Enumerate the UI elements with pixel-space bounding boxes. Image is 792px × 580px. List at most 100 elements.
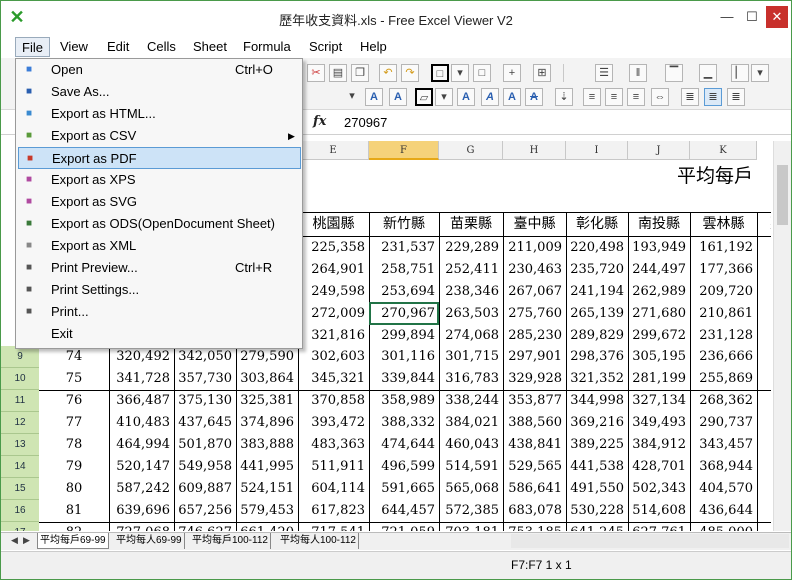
column-header-f[interactable]: F [369,141,439,160]
cell[interactable]: 370,858 [298,390,369,412]
cell[interactable]: 275,760 [503,303,566,325]
cell[interactable]: 375,130 [174,390,236,412]
cell[interactable]: 231,128 [690,325,757,347]
cell[interactable]: 474,644 [369,434,439,456]
cell[interactable]: 305,195 [628,346,690,368]
cell[interactable]: 604,114 [298,478,369,500]
align-left-icon[interactable]: ≡ [583,88,601,106]
menu-sheet[interactable]: Sheet [187,37,233,57]
menu-script[interactable]: Script [303,37,348,57]
cell[interactable]: 339,844 [369,368,439,390]
cell[interactable]: 230,463 [503,259,566,281]
border-outline-icon[interactable]: □ [473,64,491,82]
cell[interactable]: 211,009 [503,237,566,259]
cell[interactable]: 464,994 [109,434,174,456]
tab-sheet-4[interactable]: 平均每人100-112 [278,533,359,549]
valign-bottom-icon[interactable]: ≣ [727,88,745,106]
cell[interactable]: 3 [757,434,771,456]
cell[interactable]: 483,363 [298,434,369,456]
cell[interactable]: 1 [757,259,771,281]
font-shrink-icon[interactable]: A [389,88,407,106]
cell[interactable]: 263,503 [439,303,503,325]
cell[interactable]: 591,665 [369,478,439,500]
cell[interactable]: 441,538 [566,456,628,478]
cell[interactable]: 264,901 [298,259,369,281]
cell[interactable]: 358,989 [369,390,439,412]
cell[interactable]: 404,570 [690,478,757,500]
cell[interactable]: 410,483 [109,412,174,434]
horizontal-scrollbar[interactable] [511,534,789,548]
maximize-button[interactable]: ☐ [740,6,764,28]
align-right-icon[interactable]: ≡ [627,88,645,106]
cell[interactable]: 565,068 [439,478,503,500]
fill-color-icon[interactable]: ▱ [415,88,433,106]
cell[interactable]: 627,761 [628,522,690,531]
cell[interactable]: 236,666 [690,346,757,368]
cell[interactable]: 303,864 [236,368,298,390]
tab-prev-icon[interactable]: ◀ [11,535,18,546]
formula-input[interactable]: 270967 [344,115,387,130]
cell[interactable]: 1 [757,237,771,259]
cell[interactable]: 683,078 [503,500,566,522]
border-dropdown-icon[interactable]: ▾ [451,64,469,82]
cell[interactable]: 437,645 [174,412,236,434]
column-header-i[interactable]: I [566,141,628,160]
column-header-g[interactable]: G [439,141,503,160]
cell[interactable]: 321,816 [298,325,369,347]
cell[interactable]: 267,067 [503,281,566,303]
cell[interactable]: 753,185 [503,522,566,531]
cell[interactable]: 2 [757,390,771,412]
cell[interactable]: 297,901 [503,346,566,368]
cell[interactable]: 1 [757,325,771,347]
cell[interactable]: 262,989 [628,281,690,303]
cell[interactable]: 374,896 [236,412,298,434]
county-header[interactable]: 彰化縣 [566,212,628,236]
cell[interactable]: 4 [757,500,771,522]
row-header[interactable]: 14 [1,456,39,478]
cell[interactable]: 4 [757,478,771,500]
underline-icon[interactable]: A [503,88,521,106]
tab-sheet-1[interactable]: 平均每戶69-99 [37,533,109,549]
undo-icon[interactable]: ↶ [379,64,397,82]
font-color-icon[interactable]: A [457,88,475,106]
cell[interactable]: 177,366 [690,259,757,281]
year-cell[interactable]: 81 [39,500,109,522]
border-inner-icon[interactable]: + [503,64,521,82]
menu-file[interactable]: File [15,37,50,57]
cell[interactable]: 255,869 [690,368,757,390]
cell[interactable]: 5 [757,522,771,531]
cell[interactable]: 366,487 [109,390,174,412]
cell[interactable]: 529,565 [503,456,566,478]
cell[interactable]: 703,181 [439,522,503,531]
merge-icon[interactable]: ⇔ [651,88,669,106]
border-top-bottom-icon[interactable]: ☰ [595,64,613,82]
cell[interactable]: 393,472 [298,412,369,434]
cell[interactable]: 368,944 [690,456,757,478]
valign-top-icon[interactable]: ≣ [681,88,699,106]
cell[interactable]: 329,928 [503,368,566,390]
year-cell[interactable]: 82 [39,522,109,531]
cell[interactable]: 272,009 [298,303,369,325]
cell[interactable]: 301,715 [439,346,503,368]
scrollbar-thumb[interactable] [777,165,788,225]
cell[interactable]: 3 [757,456,771,478]
cell[interactable]: 289,829 [566,325,628,347]
row-header[interactable]: 11 [1,390,39,412]
year-cell[interactable]: 75 [39,368,109,390]
font-dropdown-icon[interactable]: ▾ [343,88,361,106]
year-cell[interactable]: 74 [39,346,109,368]
cell[interactable]: 721,059 [369,522,439,531]
menu-item-print-preview[interactable]: ■ Print Preview... Ctrl+R [18,257,301,279]
column-header-e[interactable]: E [298,141,369,160]
cell[interactable]: 220,498 [566,237,628,259]
cell[interactable]: 530,228 [566,500,628,522]
cell[interactable]: 231,537 [369,237,439,259]
cell[interactable]: 579,453 [236,500,298,522]
menu-item-save-as[interactable]: ■ Save As... [18,81,301,103]
redo-icon[interactable]: ↷ [401,64,419,82]
cell[interactable]: 388,560 [503,412,566,434]
cell[interactable]: 2 [757,368,771,390]
row-header[interactable]: 17 [1,522,39,531]
cell[interactable]: 229,289 [439,237,503,259]
cell[interactable]: 428,701 [628,456,690,478]
